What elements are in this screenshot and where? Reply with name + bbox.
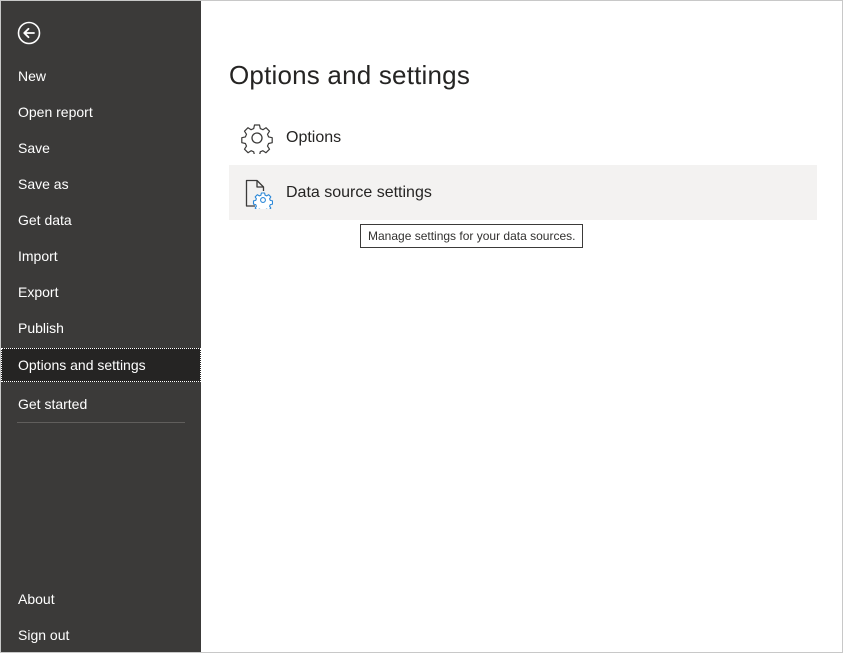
page-title: Options and settings bbox=[229, 60, 470, 91]
options-label: Options bbox=[286, 110, 341, 165]
back-arrow-circle-icon bbox=[17, 21, 41, 45]
nav-new[interactable]: New bbox=[1, 59, 201, 93]
nav-get-started[interactable]: Get started bbox=[1, 387, 201, 421]
nav-options-and-settings[interactable]: Options and settings bbox=[1, 348, 201, 382]
nav-publish[interactable]: Publish bbox=[1, 311, 201, 345]
nav-save-as[interactable]: Save as bbox=[1, 167, 201, 201]
back-button[interactable] bbox=[17, 21, 41, 45]
nav-about[interactable]: About bbox=[1, 582, 201, 616]
sidebar-divider bbox=[17, 422, 185, 423]
nav-get-data[interactable]: Get data bbox=[1, 203, 201, 237]
nav-import[interactable]: Import bbox=[1, 239, 201, 273]
sidebar: New Open report Save Save as Get data Im… bbox=[1, 1, 201, 652]
nav-open-report[interactable]: Open report bbox=[1, 95, 201, 129]
document-gear-icon bbox=[241, 177, 273, 209]
nav-sign-out[interactable]: Sign out bbox=[1, 618, 201, 652]
nav-export[interactable]: Export bbox=[1, 275, 201, 309]
options-button[interactable]: Options bbox=[229, 110, 817, 165]
gear-icon bbox=[241, 122, 273, 154]
data-source-settings-label: Data source settings bbox=[286, 165, 432, 220]
tooltip: Manage settings for your data sources. bbox=[360, 224, 583, 248]
data-source-settings-button[interactable]: Data source settings bbox=[229, 165, 817, 220]
nav-save[interactable]: Save bbox=[1, 131, 201, 165]
